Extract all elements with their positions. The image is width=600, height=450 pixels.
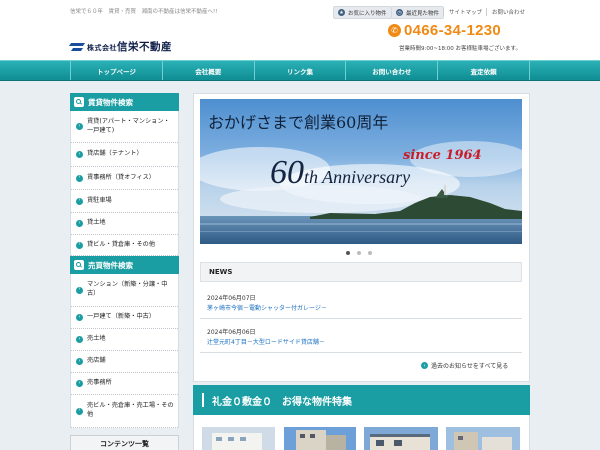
hero-banner[interactable]: おかげさまで創業60周年 since 1964 60th Anniversary: [200, 99, 522, 244]
carousel-dot[interactable]: [346, 251, 350, 255]
sidebar-item-rental-land[interactable]: › 貸土地: [71, 213, 178, 235]
arrow-right-icon: ›: [76, 123, 83, 130]
feature-heading: 礼金０敷金０ お得な物件特集: [193, 385, 530, 415]
arrow-right-icon: ›: [76, 286, 83, 294]
sidebar-item-sale-house[interactable]: › 一戸建て（新築・中古）: [71, 307, 178, 329]
phone-icon: ✆: [388, 24, 401, 37]
sidebar-item-rental-other[interactable]: › 貸ビル・貸倉庫・その他: [71, 235, 178, 256]
building-image: [284, 427, 356, 450]
news-date: 2024年06月07日: [207, 295, 256, 302]
contents-list-heading: コンテンツ一覧: [70, 435, 179, 450]
logo-mark-icon: [70, 42, 84, 52]
arrow-right-icon: ›: [76, 336, 83, 343]
arrow-right-icon: ›: [76, 151, 83, 158]
nav-top[interactable]: トップページ: [70, 61, 162, 80]
global-nav: トップページ 会社概要 リンク集 お問い合わせ 査定依頼: [0, 60, 600, 81]
carousel-dot[interactable]: [357, 251, 361, 255]
carousel-dots: [346, 251, 372, 255]
contact-link[interactable]: お問い合わせ: [492, 8, 525, 16]
business-hours: 営業時間9:00~18:00 お客様駐車場ございます。: [399, 46, 522, 52]
all-news-link[interactable]: › 過去のお知らせをすべて見る: [421, 361, 508, 370]
news-link[interactable]: 茅ヶ崎市今宿－電動シャッター付ガレージ－: [207, 303, 327, 312]
sidebar-item-sale-mansion[interactable]: › マンション（新築・分譲・中古）: [71, 274, 178, 307]
phone-number[interactable]: ✆ 0466-34-1230: [388, 22, 501, 39]
divider: [486, 8, 487, 16]
sale-search-list: › マンション（新築・分譲・中古） › 一戸建て（新築・中古） › 売土地 › 売店舗 …: [70, 274, 179, 428]
arrow-right-icon: ›: [76, 197, 83, 205]
tagline: 信栄で６０年 賃貸・売買 湘南の不動産は信栄不動産へ!!: [70, 9, 218, 15]
arrow-right-icon: ›: [421, 362, 428, 369]
building-image: [364, 427, 438, 450]
sidebar-item-rental-residential[interactable]: › 賃貸(アパート・マンション・一戸建て): [71, 111, 178, 143]
arrow-right-icon: ›: [76, 220, 83, 227]
star-icon: ★: [338, 9, 345, 16]
recent-viewed-button[interactable]: ◷ 最近見た物件: [391, 6, 445, 19]
nav-appraisal[interactable]: 査定依頼: [437, 61, 530, 80]
arrow-right-icon: ›: [76, 380, 83, 387]
banner-since: since 1964: [403, 148, 482, 163]
arrow-right-icon: ›: [76, 358, 83, 365]
nav-contact[interactable]: お問い合わせ: [345, 61, 437, 80]
arrow-right-icon: ›: [76, 407, 83, 415]
clock-icon: ◷: [396, 9, 403, 16]
nav-links[interactable]: リンク集: [253, 61, 346, 80]
company-prefix: 株式会社: [87, 44, 117, 52]
sidebar-item-sale-other[interactable]: › 売ビル・売倉庫・売工場・その他: [71, 395, 178, 428]
news-date: 2024年06月06日: [207, 329, 256, 336]
sidebar-item-rental-store[interactable]: › 貸店舗（テナント）: [71, 143, 178, 167]
search-icon: [74, 97, 84, 107]
divider: [200, 352, 522, 353]
arrow-right-icon: ›: [76, 314, 83, 321]
news-heading: NEWS: [200, 262, 522, 282]
company-name: 信栄不動産: [117, 41, 172, 53]
carousel-dot[interactable]: [368, 251, 372, 255]
search-icon: [74, 260, 84, 270]
sidebar-item-sale-land[interactable]: › 売土地: [71, 329, 178, 351]
arrow-right-icon: ›: [76, 241, 83, 249]
sidebar-item-sale-office[interactable]: › 売事務所: [71, 373, 178, 395]
company-logo[interactable]: 株式会社信栄不動産: [70, 39, 172, 54]
site-header: 信栄で６０年 賃貸・売買 湘南の不動産は信栄不動産へ!! 株式会社信栄不動産 ★…: [0, 0, 600, 60]
property-thumbnail[interactable]: [364, 427, 438, 450]
property-thumbnail[interactable]: [446, 427, 520, 450]
divider: [200, 318, 522, 319]
favorites-button[interactable]: ★ お気に入り物件: [333, 6, 392, 19]
sidebar-item-rental-parking[interactable]: › 賃駐車場: [71, 190, 178, 213]
news-link[interactable]: 辻堂元町4丁目－大型ロードサイド貸店舗－: [207, 337, 325, 346]
arrow-right-icon: ›: [76, 174, 83, 182]
banner-headline: おかげさまで創業60周年: [208, 113, 389, 132]
nav-company[interactable]: 会社概要: [161, 61, 254, 80]
property-thumbnail[interactable]: [202, 427, 275, 450]
rental-search-list: › 賃貸(アパート・マンション・一戸建て) › 貸店舗（テナント） › 賃事務所（貸オ…: [70, 111, 179, 256]
sale-search-heading: 売買物件検索: [70, 256, 179, 274]
rental-search-heading: 賃貸物件検索: [70, 93, 179, 111]
banner-anniversary: 60th Anniversary: [270, 154, 411, 191]
sidebar-item-sale-store[interactable]: › 売店舗: [71, 351, 178, 373]
building-image: [202, 427, 275, 450]
divider: [443, 8, 444, 16]
building-image: [446, 427, 520, 450]
sidebar-item-rental-office[interactable]: › 賃事務所（貸オフィス）: [71, 167, 178, 190]
sitemap-link[interactable]: サイトマップ: [449, 8, 482, 16]
property-thumbnail[interactable]: [284, 427, 356, 450]
